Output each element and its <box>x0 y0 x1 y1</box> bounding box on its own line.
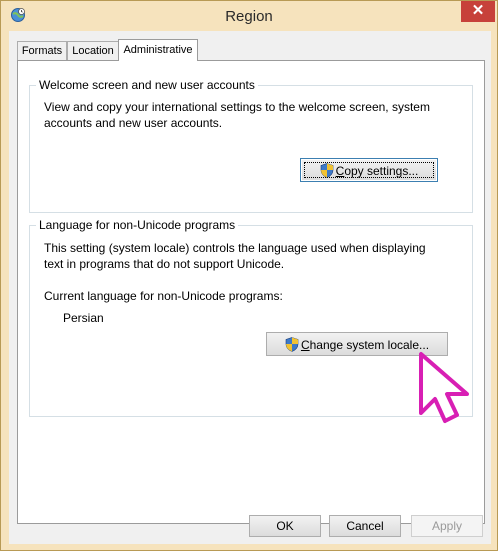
region-window: Region ✕ Formats Location Administrative… <box>0 0 498 551</box>
welcome-group: Welcome screen and new user accounts Vie… <box>29 78 473 213</box>
welcome-group-title: Welcome screen and new user accounts <box>36 78 258 92</box>
focus-rect <box>304 162 434 178</box>
tab-formats[interactable]: Formats <box>17 41 67 60</box>
locale-group-title: Language for non-Unicode programs <box>36 218 239 232</box>
change-system-locale-label: Change system locale... <box>300 337 430 352</box>
locale-description-line1: This setting (system locale) controls th… <box>44 241 426 255</box>
title-bar[interactable]: Region ✕ <box>1 1 497 31</box>
close-button[interactable]: ✕ <box>461 1 495 22</box>
copy-settings-button[interactable]: Copy settings... <box>300 158 438 182</box>
locale-description-line2: text in programs that do not support Uni… <box>44 257 285 271</box>
current-language-label: Current language for non-Unicode program… <box>44 289 283 303</box>
apply-button[interactable]: Apply <box>411 515 483 537</box>
ok-button[interactable]: OK <box>249 515 321 537</box>
administrative-panel: Welcome screen and new user accounts Vie… <box>17 60 485 524</box>
tab-location[interactable]: Location <box>67 41 119 60</box>
window-title: Region <box>225 8 273 25</box>
close-icon: ✕ <box>471 2 485 19</box>
current-language-value: Persian <box>63 311 104 325</box>
arrow-cursor-icon <box>419 352 469 423</box>
locale-group: Language for non-Unicode programs This s… <box>29 218 473 417</box>
welcome-description-line1: View and copy your international setting… <box>44 100 430 114</box>
dialog-client: Formats Location Administrative Welcome … <box>9 31 491 544</box>
tab-administrative[interactable]: Administrative <box>118 39 198 61</box>
welcome-description-line2: accounts and new user accounts. <box>44 116 223 130</box>
uac-shield-icon <box>285 337 299 353</box>
cancel-button[interactable]: Cancel <box>329 515 401 537</box>
